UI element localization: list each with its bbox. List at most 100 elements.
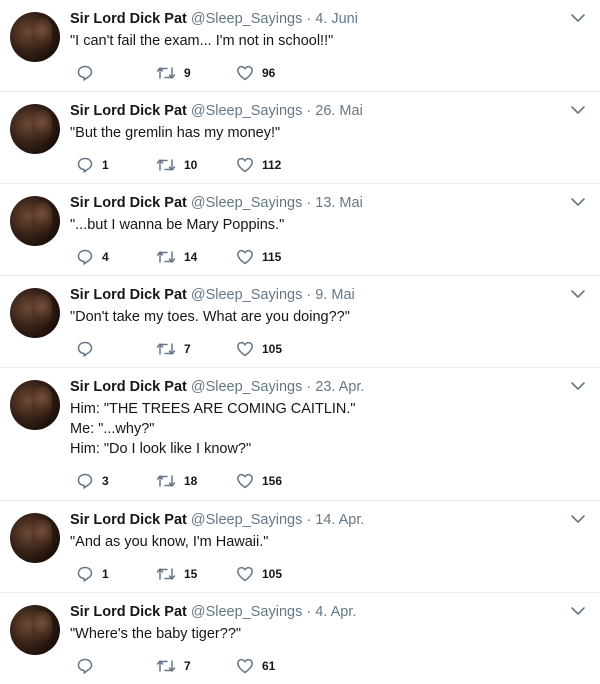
like-button[interactable]: 61 [236, 657, 275, 675]
reply-count: 1 [102, 567, 109, 581]
avatar[interactable] [10, 380, 60, 430]
retweet-count: 14 [184, 250, 198, 264]
author-handle[interactable]: @Sleep_Sayings [191, 287, 302, 303]
chevron-down-icon[interactable] [570, 196, 586, 208]
tweet-text: "But the gremlin has my money!" [70, 123, 280, 143]
author-name[interactable]: Sir Lord Dick Pat [70, 379, 187, 395]
reply-icon [77, 65, 93, 81]
author-handle[interactable]: @Sleep_Sayings [191, 195, 302, 211]
reply-button[interactable]: 3 [76, 472, 109, 490]
reply-button[interactable]: 1 [76, 565, 109, 583]
retweet-count: 7 [184, 342, 191, 356]
tweet-actions: 7 105 [70, 340, 370, 358]
like-count: 105 [262, 342, 283, 356]
avatar[interactable] [10, 196, 60, 246]
author-name[interactable]: Sir Lord Dick Pat [70, 604, 187, 620]
tweet-actions: 1 10 112 [70, 156, 370, 174]
retweet-button[interactable]: 18 [156, 472, 197, 490]
author-name[interactable]: Sir Lord Dick Pat [70, 11, 187, 27]
tweet-text: "And as you know, I'm Hawaii." [70, 532, 268, 552]
like-button[interactable]: 105 [236, 565, 282, 583]
tweet-text: "...but I wanna be Mary Poppins." [70, 215, 284, 235]
author-handle[interactable]: @Sleep_Sayings [191, 379, 302, 395]
chevron-down-icon[interactable] [570, 288, 586, 300]
separator-dot: · [306, 287, 312, 303]
author-handle[interactable]: @Sleep_Sayings [191, 103, 302, 119]
heart-icon [237, 566, 253, 582]
like-count: 105 [262, 567, 283, 581]
tweet-text-line: Him: "THE TREES ARE COMING CAITLIN." [70, 401, 356, 417]
retweet-button[interactable]: 14 [156, 248, 197, 266]
tweet-date[interactable]: 14. Apr. [315, 512, 364, 528]
tweet-text: "Where's the baby tiger??" [70, 624, 241, 644]
tweet[interactable]: Sir Lord Dick Pat @Sleep_Sayings · 4. Ap… [0, 593, 600, 684]
avatar[interactable] [10, 12, 60, 62]
avatar[interactable] [10, 104, 60, 154]
avatar[interactable] [10, 605, 60, 655]
tweet[interactable]: Sir Lord Dick Pat @Sleep_Sayings · 9. Ma… [0, 276, 600, 368]
author-handle[interactable]: @Sleep_Sayings [191, 512, 302, 528]
tweet[interactable]: Sir Lord Dick Pat @Sleep_Sayings · 4. Ju… [0, 0, 600, 92]
retweet-icon [156, 475, 176, 487]
retweet-button[interactable]: 7 [156, 657, 191, 675]
tweet-date[interactable]: 13. Mai [315, 195, 363, 211]
like-button[interactable]: 156 [236, 472, 282, 490]
retweet-button[interactable]: 15 [156, 565, 197, 583]
reply-count: 4 [102, 250, 109, 264]
tweet-text-line: "Don't take my toes. What are you doing?… [70, 309, 350, 325]
reply-icon [77, 566, 93, 582]
tweet[interactable]: Sir Lord Dick Pat @Sleep_Sayings · 13. M… [0, 184, 600, 276]
tweet-actions: 1 15 105 [70, 565, 370, 583]
like-count: 112 [262, 158, 282, 172]
retweet-button[interactable]: 7 [156, 340, 191, 358]
tweet-text: Him: "THE TREES ARE COMING CAITLIN." Me:… [70, 399, 356, 459]
retweet-count: 9 [184, 66, 191, 80]
tweet-date[interactable]: 4. Apr. [315, 604, 356, 620]
heart-icon [237, 249, 253, 265]
tweet[interactable]: Sir Lord Dick Pat @Sleep_Sayings · 23. A… [0, 368, 600, 501]
chevron-down-icon[interactable] [570, 104, 586, 116]
chevron-down-icon[interactable] [570, 605, 586, 617]
tweet-header: Sir Lord Dick Pat @Sleep_Sayings · 9. Ma… [70, 286, 355, 304]
reply-button[interactable] [76, 340, 102, 358]
reply-button[interactable] [76, 657, 102, 675]
avatar[interactable] [10, 288, 60, 338]
author-name[interactable]: Sir Lord Dick Pat [70, 103, 187, 119]
tweet-date[interactable]: 26. Mai [315, 103, 363, 119]
tweet-date[interactable]: 9. Mai [315, 287, 355, 303]
like-button[interactable]: 112 [236, 156, 281, 174]
tweet-text: "I can't fail the exam... I'm not in sch… [70, 31, 333, 51]
retweet-icon [156, 568, 176, 580]
author-handle[interactable]: @Sleep_Sayings [191, 11, 302, 27]
tweet[interactable]: Sir Lord Dick Pat @Sleep_Sayings · 14. A… [0, 501, 600, 593]
separator-dot: · [306, 195, 312, 211]
retweet-icon [156, 251, 176, 263]
chevron-down-icon[interactable] [570, 513, 586, 525]
tweet[interactable]: Sir Lord Dick Pat @Sleep_Sayings · 26. M… [0, 92, 600, 184]
reply-button[interactable]: 4 [76, 248, 109, 266]
chevron-down-icon[interactable] [570, 380, 586, 392]
retweet-button[interactable]: 9 [156, 64, 191, 82]
tweet-text-line: Me: "...why?" [70, 421, 155, 437]
reply-count: 1 [102, 158, 109, 172]
like-button[interactable]: 96 [236, 64, 275, 82]
reply-count: 3 [102, 474, 109, 488]
author-name[interactable]: Sir Lord Dick Pat [70, 512, 187, 528]
tweet-header: Sir Lord Dick Pat @Sleep_Sayings · 4. Ju… [70, 10, 358, 28]
avatar[interactable] [10, 513, 60, 563]
like-button[interactable]: 115 [236, 248, 281, 266]
separator-dot: · [306, 11, 312, 27]
author-handle[interactable]: @Sleep_Sayings [191, 604, 302, 620]
reply-button[interactable]: 1 [76, 156, 109, 174]
reply-button[interactable] [76, 64, 102, 82]
author-name[interactable]: Sir Lord Dick Pat [70, 195, 187, 211]
author-name[interactable]: Sir Lord Dick Pat [70, 287, 187, 303]
tweet-date[interactable]: 23. Apr. [315, 379, 364, 395]
retweet-button[interactable]: 10 [156, 156, 197, 174]
retweet-count: 18 [184, 474, 198, 488]
tweet-header: Sir Lord Dick Pat @Sleep_Sayings · 23. A… [70, 378, 364, 396]
tweet-date[interactable]: 4. Juni [315, 11, 358, 27]
like-button[interactable]: 105 [236, 340, 282, 358]
tweet-text-line: "I can't fail the exam... I'm not in sch… [70, 33, 334, 49]
chevron-down-icon[interactable] [570, 12, 586, 24]
